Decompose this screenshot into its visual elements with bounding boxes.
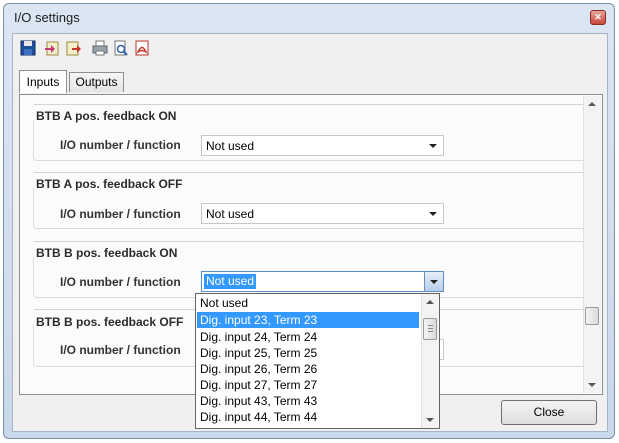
- pdf-icon[interactable]: [133, 39, 151, 57]
- grip-line: [428, 325, 433, 326]
- io-function-select-a-off[interactable]: Not used: [201, 203, 444, 224]
- dropdown-option[interactable]: Not used: [197, 295, 419, 311]
- grip-line: [428, 331, 433, 332]
- close-button[interactable]: Close: [501, 400, 597, 425]
- io-function-label: I/O number / function: [60, 343, 181, 357]
- dropdown-option[interactable]: Dig. input 43, Term 43: [197, 393, 419, 409]
- dropdown-option[interactable]: Dig. input 44, Term 44: [197, 409, 419, 425]
- print-icon[interactable]: [91, 39, 109, 57]
- group-divider: [34, 241, 587, 242]
- group-divider: [34, 104, 587, 105]
- chevron-down-icon: [429, 144, 437, 148]
- group-divider: [34, 172, 587, 173]
- scroll-down-icon[interactable]: [588, 383, 596, 387]
- scroll-thumb[interactable]: [423, 318, 437, 340]
- select-value: Not used: [204, 274, 257, 289]
- save-icon[interactable]: [19, 39, 37, 57]
- scroll-down-icon[interactable]: [426, 418, 434, 422]
- tab-outputs[interactable]: Outputs: [69, 72, 124, 92]
- io-function-select-b-on[interactable]: Not used: [201, 271, 444, 292]
- window-title: I/O settings: [14, 10, 80, 25]
- dropdown-option[interactable]: Dig. input 25, Term 25: [197, 345, 419, 361]
- tab-inputs[interactable]: Inputs: [19, 70, 67, 93]
- grip-line: [428, 328, 433, 329]
- panel-scrollbar[interactable]: [583, 96, 601, 393]
- dropdown-option[interactable]: Dig. input 24, Term 24: [197, 329, 419, 345]
- chevron-down-icon: [430, 280, 438, 284]
- import-icon[interactable]: [43, 39, 61, 57]
- dropdown-scrollbar[interactable]: [421, 294, 439, 428]
- scroll-up-icon[interactable]: [426, 300, 434, 304]
- select-value: Not used: [206, 207, 255, 221]
- dropdown-option[interactable]: Dig. input 27, Term 27: [197, 377, 419, 393]
- io-function-select-a-on[interactable]: Not used: [201, 135, 444, 156]
- print-preview-icon[interactable]: [112, 39, 130, 57]
- chevron-down-icon: [429, 212, 437, 216]
- close-icon[interactable]: ✕: [590, 10, 606, 25]
- export-icon[interactable]: [64, 39, 82, 57]
- io-function-label: I/O number / function: [60, 138, 181, 152]
- scroll-thumb[interactable]: [585, 307, 599, 325]
- select-value: Not used: [206, 139, 255, 153]
- dropdown-option[interactable]: Dig. input 26, Term 26: [197, 361, 419, 377]
- io-function-label: I/O number / function: [60, 275, 181, 289]
- dropdown-option-selected[interactable]: Dig. input 23, Term 23: [197, 312, 419, 328]
- dropdown-button[interactable]: [424, 272, 443, 291]
- title-bar: I/O settings ✕: [4, 4, 614, 30]
- io-function-dropdown-list: Not used Dig. input 23, Term 23 Dig. inp…: [195, 293, 440, 429]
- io-function-label: I/O number / function: [60, 207, 181, 221]
- scroll-up-icon[interactable]: [588, 102, 596, 106]
